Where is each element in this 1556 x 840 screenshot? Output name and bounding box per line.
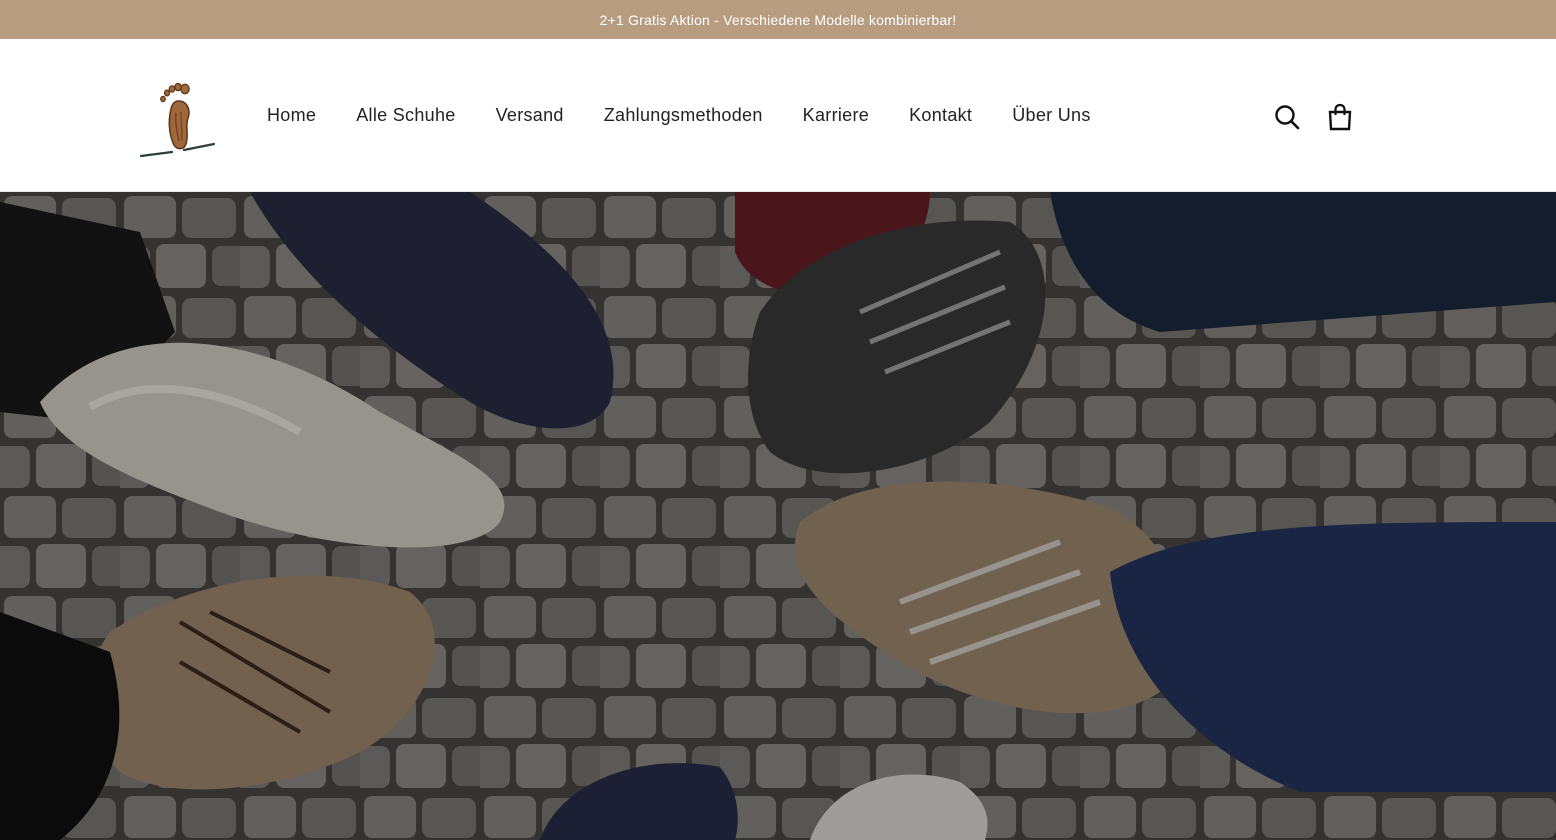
search-icon <box>1275 105 1300 130</box>
nav-item-versand[interactable]: Versand <box>476 97 584 134</box>
shopping-bag-icon <box>1328 103 1352 131</box>
main-nav: Home Alle Schuhe Versand Zahlungsmethode… <box>247 95 1111 135</box>
site-header: Home Alle Schuhe Versand Zahlungsmethode… <box>0 39 1556 192</box>
nav-item-karriere[interactable]: Karriere <box>783 97 889 134</box>
cart-button[interactable] <box>1319 97 1361 137</box>
site-logo[interactable] <box>138 79 218 159</box>
hero-banner <box>0 192 1556 840</box>
hero-overlay <box>0 192 1556 840</box>
announcement-text: 2+1 Gratis Aktion - Verschiedene Modelle… <box>599 11 957 28</box>
nav-item-zahlungsmethoden[interactable]: Zahlungsmethoden <box>584 97 783 134</box>
footprint-logo-icon <box>139 82 216 158</box>
header-actions <box>1266 97 1361 137</box>
search-button[interactable] <box>1266 97 1308 137</box>
nav-item-kontakt[interactable]: Kontakt <box>889 97 992 134</box>
nav-item-ueber-uns[interactable]: Über Uns <box>992 97 1110 134</box>
nav-item-home[interactable]: Home <box>247 97 336 134</box>
nav-item-alle-schuhe[interactable]: Alle Schuhe <box>336 97 475 134</box>
announcement-bar: 2+1 Gratis Aktion - Verschiedene Modelle… <box>0 0 1556 39</box>
